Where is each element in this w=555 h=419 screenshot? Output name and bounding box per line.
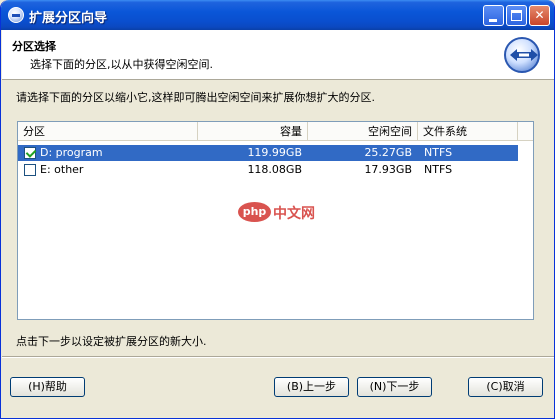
watermark: php 中文网 (238, 201, 318, 223)
partition-capacity: 118.08GB (247, 163, 302, 176)
back-button[interactable]: (B)上一步 (274, 377, 349, 397)
column-header-partition[interactable]: 分区 (18, 122, 198, 141)
next-button[interactable]: (N)下一步 (357, 377, 432, 397)
footer-hint: 点击下一步以设定被扩展分区的新大小. (16, 335, 207, 348)
column-header-capacity[interactable]: 容量 (198, 122, 308, 141)
partition-filesystem: NTFS (424, 146, 453, 159)
help-button[interactable]: (H)帮助 (10, 377, 85, 397)
partition-name: E: other (40, 163, 84, 176)
footer-divider (2, 356, 554, 358)
minimize-button[interactable] (483, 5, 504, 26)
table-row[interactable]: D: program 119.99GB 25.27GB NTFS (18, 145, 518, 161)
table-row[interactable]: E: other 118.08GB 17.93GB NTFS (18, 162, 518, 178)
header-subtitle: 选择下面的分区,以从中获得空闲空间. (30, 58, 213, 71)
watermark-text: 中文网 (273, 206, 315, 222)
wizard-window: 扩展分区向导 ✕ 分区选择 选择下面的分区,以从中获得空闲空间. 请选择下面的分… (0, 0, 555, 419)
partition-filesystem: NTFS (424, 163, 453, 176)
title-bar[interactable]: 扩展分区向导 ✕ (1, 0, 554, 30)
wizard-app-icon (8, 7, 24, 23)
maximize-button[interactable] (506, 5, 527, 26)
minimize-icon (489, 19, 497, 22)
window-title: 扩展分区向导 (29, 11, 108, 26)
partition-free-space: 17.93GB (364, 163, 412, 176)
maximize-icon (511, 10, 522, 21)
wizard-header: 分区选择 选择下面的分区,以从中获得空闲空间. (2, 30, 554, 80)
partition-free-space: 25.27GB (364, 146, 412, 159)
partition-capacity: 119.99GB (247, 146, 302, 159)
partition-logo-icon (504, 37, 540, 73)
row-checkbox[interactable] (24, 164, 36, 176)
row-checkbox[interactable] (24, 147, 36, 159)
list-header: 分区 容量 空闲空间 文件系统 (18, 122, 533, 141)
header-title: 分区选择 (12, 40, 56, 53)
watermark-logo: php (238, 202, 271, 222)
column-header-free-space[interactable]: 空闲空间 (308, 122, 418, 141)
cancel-button[interactable]: (C)取消 (468, 377, 543, 397)
column-header-filesystem[interactable]: 文件系统 (418, 122, 518, 141)
close-button[interactable]: ✕ (529, 5, 550, 26)
instruction-text: 请选择下面的分区以缩小它,这样即可腾出空闲空间来扩展你想扩大的分区. (16, 91, 375, 104)
partition-name: D: program (40, 146, 103, 159)
close-icon: ✕ (534, 8, 545, 22)
